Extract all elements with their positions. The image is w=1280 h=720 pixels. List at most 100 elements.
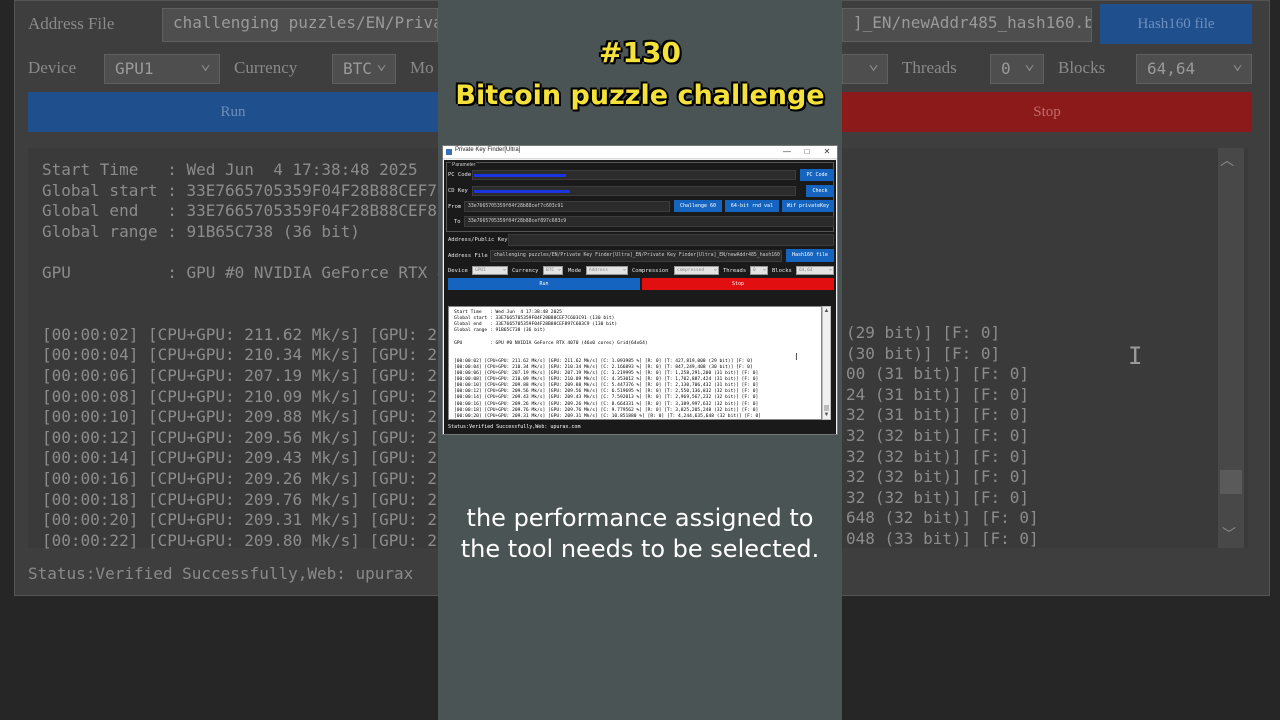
scroll-down-icon[interactable]: ▼ <box>823 411 830 419</box>
to-input[interactable]: 33e7665705359f04f28b88cef897c603c9 <box>464 216 834 227</box>
bg-log-line: [00:00:22] [CPU+GPU: 209.80 Mk/s] [GPU: … <box>42 530 476 550</box>
compression-label: Compression <box>632 268 669 274</box>
bg-log-line: Start Time : Wed Jun 4 17:38:48 2025 <box>42 160 418 179</box>
bg-status-text: Status:Verified Successfully,Web: upurax <box>28 564 414 583</box>
bg-log-line-right: 24 (31 bit)] [F: 0] <box>846 384 1030 404</box>
bg-log-line-right: 00 (31 bit)] [F: 0] <box>846 364 1030 384</box>
wif-privatekey-button[interactable]: Wif privateKey <box>782 200 834 212</box>
bg-log-line: [00:00:14] [CPU+GPU: 209.43 Mk/s] [GPU: … <box>42 448 476 468</box>
log-line: [00:00:16] [CPU+GPU: 209.26 Mk/s] [GPU: … <box>454 401 759 407</box>
bg-mode-label-partial: Mo <box>410 58 434 77</box>
mode-select[interactable]: Address <box>586 266 628 275</box>
bg-text-cursor-icon: I <box>1128 342 1143 370</box>
minimize-icon[interactable]: — <box>779 146 795 158</box>
mode-label: Mode <box>568 268 582 274</box>
parameter-group-label: Parameter <box>451 162 477 168</box>
pc-code-button[interactable]: PC Code <box>800 169 834 181</box>
hash160-file-button[interactable]: Hash160 file <box>786 249 834 262</box>
rnd-64bit-button[interactable]: 64-bit rnd val <box>725 200 779 212</box>
text-cursor-icon: I <box>795 352 798 363</box>
log-line: [00:00:14] [CPU+GPU: 209.43 Mk/s] [GPU: … <box>454 395 759 401</box>
window-title: Private Key Finder[Ultra] <box>455 147 521 153</box>
bg-log-line: Global range : 91B65C738 (36 bit) <box>42 221 360 241</box>
currency-select[interactable]: BTC <box>543 266 563 275</box>
bg-log-line-right: (30 bit)] [F: 0] <box>846 343 1001 363</box>
compression-select[interactable]: compressed <box>674 266 719 275</box>
log-line: [00:00:18] [CPU+GPU: 209.76 Mk/s] [GPU: … <box>454 407 759 413</box>
log-line: Global start : 33E7665705359F04F28B88CEF… <box>454 316 615 322</box>
bg-log-line-right: (29 bit)] [F: 0] <box>846 323 1001 342</box>
from-label: From <box>448 204 462 210</box>
log-scrollbar[interactable]: ▲ ▼ <box>822 306 831 420</box>
overlay-subtitle: the performance assigned to the tool nee… <box>460 504 820 563</box>
bg-compression-select-partial <box>842 54 888 84</box>
bg-scrollbar-thumb <box>1220 470 1242 494</box>
bg-threads-label: Threads <box>902 58 957 77</box>
bg-run-button: Run <box>28 92 438 132</box>
to-label: To <box>454 219 461 225</box>
window-titlebar[interactable]: Private Key Finder[Ultra] — □ ✕ <box>443 146 837 159</box>
bg-log-line: [00:00:18] [CPU+GPU: 209.76 Mk/s] [GPU: … <box>42 489 476 509</box>
log-line: [00:00:08] [CPU+GPU: 210.09 Mk/s] [GPU: … <box>454 377 759 383</box>
bg-address-file-field: challenging puzzles/EN/Private <box>162 8 438 42</box>
bg-log-line: [00:00:08] [CPU+GPU: 210.09 Mk/s] [GPU: … <box>42 386 476 406</box>
bg-blocks-select: 64,64 <box>1136 54 1252 84</box>
bg-threads-select: 0 <box>990 54 1044 84</box>
log-line: [00:00:06] [CPU+GPU: 207.19 Mk/s] [GPU: … <box>454 371 759 376</box>
bg-log-line: Global end : 33E7665705359F04F28B88CEF89… <box>42 201 495 221</box>
challenge-60-button[interactable]: Challenge 60 <box>674 200 722 212</box>
log-line: [00:00:20] [CPU+GPU: 209.31 Mk/s] [GPU: … <box>454 413 761 419</box>
log-line: [00:00:10] [CPU+GPU: 209.88 Mk/s] [GPU: … <box>454 383 759 389</box>
bg-address-file-label: Address File <box>28 14 115 33</box>
bg-currency-label: Currency <box>234 58 298 77</box>
main-panel: Parameter PC Code PC Code CD Key Check F… <box>444 160 836 434</box>
bg-log-line-right: 32 (32 bit)] [F: 0] <box>846 467 1030 487</box>
private-key-finder-window: Private Key Finder[Ultra] — □ ✕ Paramete… <box>442 145 838 435</box>
check-button[interactable]: Check <box>806 185 834 197</box>
bg-scroll-up-icon: ︿ <box>1220 153 1234 169</box>
address-public-key-label: Address/Public Key <box>448 237 508 243</box>
threads-select[interactable]: 0 <box>750 266 768 275</box>
overlay-title: Bitcoin puzzle challenge <box>455 80 825 111</box>
bg-log-line: [00:00:02] [CPU+GPU: 211.62 Mk/s] [GPU: … <box>42 324 476 344</box>
bg-currency-select: BTC <box>332 54 396 84</box>
device-label: Device <box>448 268 468 274</box>
bg-device-select: GPU1 <box>104 54 220 84</box>
log-line: Global range : 91B65C738 (36 bit) <box>454 328 546 334</box>
bg-log-line-right: 32 (31 bit)] [F: 0] <box>846 405 1030 425</box>
log-line: Start Time : Wed Jun 4 17:38:48 2025 <box>454 310 562 315</box>
bg-log-line-right: 32 (32 bit)] [F: 0] <box>846 487 1030 507</box>
cd-key-label: CD Key <box>448 188 468 194</box>
device-select[interactable]: GPU1 <box>472 266 508 275</box>
run-button[interactable]: Run <box>448 278 640 290</box>
address-file-label: Address File <box>448 253 488 259</box>
bg-scroll-down-icon: ﹀ <box>1222 527 1236 543</box>
bg-log-line-right: 648 (32 bit)] [F: 0] <box>846 508 1039 528</box>
log-line: Global end : 33E7665705359F04F28B88CEF89… <box>454 322 618 328</box>
stop-button[interactable]: Stop <box>642 278 834 290</box>
bg-log-line-right: 32 (32 bit)] [F: 0] <box>846 446 1030 466</box>
status-bar-text: Status:Verified Successfully,Web: upurax… <box>448 424 581 430</box>
log-line: GPU : GPU #0 NVIDIA GeForce RTX 4070 (46… <box>454 340 648 346</box>
scroll-up-icon[interactable]: ▲ <box>823 307 830 315</box>
output-log[interactable]: Start Time : Wed Jun 4 17:38:48 2025 Glob… <box>448 306 822 420</box>
bg-address-file-field-right: ]_EN/newAddr485_hash160.bin <box>842 8 1092 42</box>
bg-log-line: [00:00:20] [CPU+GPU: 209.31 Mk/s] [GPU: … <box>42 510 476 530</box>
pc-code-label: PC Code <box>448 172 472 178</box>
cd-key-redaction <box>474 190 570 193</box>
address-public-key-input[interactable] <box>508 234 834 246</box>
threads-label: Threads <box>723 268 747 274</box>
bg-log-line-right: 048 (33 bit)] [F: 0] <box>846 529 1039 548</box>
maximize-icon[interactable]: □ <box>799 146 815 158</box>
close-icon[interactable]: ✕ <box>819 146 835 158</box>
log-line: [00:00:02] [CPU+GPU: 211.62 Mk/s] [GPU: … <box>454 358 753 364</box>
bg-log-line: [00:00:16] [CPU+GPU: 209.26 Mk/s] [GPU: … <box>42 469 476 488</box>
overlay-episode-number: #130 <box>599 36 681 69</box>
from-input[interactable]: 33e7665705359f04f28b88cef7c603c91 <box>464 201 670 212</box>
bg-log-line: [00:00:04] [CPU+GPU: 210.34 Mk/s] [GPU: … <box>42 345 476 365</box>
bg-hash160-button: Hash160 file <box>1100 4 1252 44</box>
bg-log-line: [00:00:10] [CPU+GPU: 209.88 Mk/s] [GPU: … <box>42 407 476 427</box>
address-file-input[interactable]: challenging puzzles/EN/Private Key Finde… <box>490 250 782 262</box>
blocks-select[interactable]: 64,64 <box>796 266 834 275</box>
bg-device-label: Device <box>28 58 77 77</box>
